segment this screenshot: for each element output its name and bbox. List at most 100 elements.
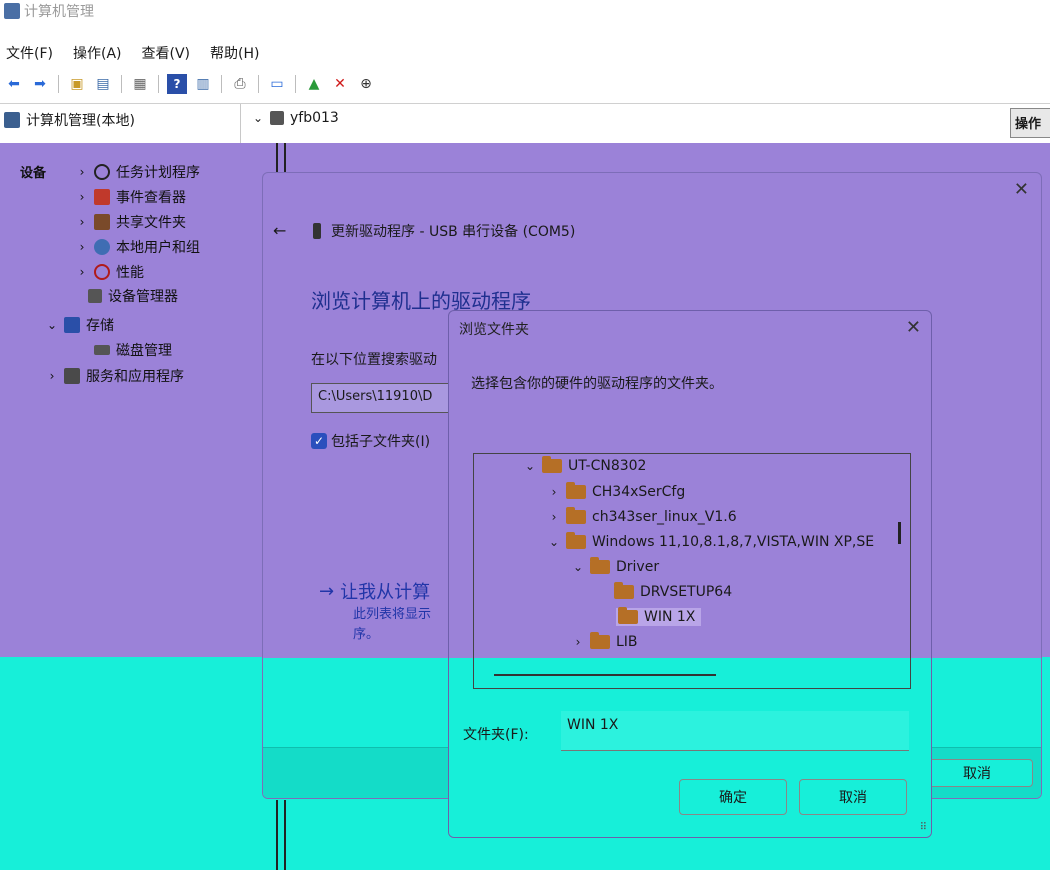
tree-item-label: 性能 [116,265,144,281]
chevron-down-icon[interactable]: ⌄ [524,459,536,473]
horizontal-scrollbar[interactable] [494,674,716,676]
close-icon[interactable]: ✕ [906,317,921,338]
include-subfolders-label: 包括子文件夹(I) [331,434,431,450]
dialog-description: 选择包含你的硬件的驱动程序的文件夹。 [471,376,723,392]
folder-icon [614,582,634,599]
menu-file[interactable]: 文件(F) [6,43,53,63]
pane-border-line [276,800,278,870]
back-arrow-icon[interactable]: ⬅ [4,74,24,94]
folder-item[interactable]: › CH34xSerCfg [548,482,686,500]
chevron-down-icon[interactable]: ⌄ [572,560,584,574]
computer-management-icon [4,3,20,19]
pane-border-line [276,143,278,173]
up-folder-icon[interactable]: ▣ [67,74,87,94]
folder-label: ch343ser_linux_V1.6 [592,509,737,525]
folder-item[interactable]: DRVSETUP64 [614,582,733,600]
back-arrow-icon[interactable]: ← [273,221,286,240]
menu-action[interactable]: 操作(A) [73,43,122,63]
folder-label: Windows 11,10,8.1,8,7,VISTA,WIN XP,SE [592,534,875,550]
close-icon[interactable]: ✕ [1014,179,1029,200]
delete-icon[interactable]: ✕ [330,74,350,94]
toolbar-separator [121,75,122,93]
tree-item-storage[interactable]: ⌄ 存储 [46,315,114,335]
folder-item[interactable]: ⌄ UT-CN8302 [524,456,647,474]
menu-help[interactable]: 帮助(H) [210,43,259,63]
tree-item-shared-folders[interactable]: › 共享文件夹 [76,212,186,232]
folder-input[interactable]: WIN 1X [561,711,909,751]
performance-icon [94,264,110,280]
toolbar: ⬅ ➡ ▣ ▤ ▦ ? ▥ ⎙ ▭ ▲ ✕ ⊕ [0,70,1050,98]
vertical-scrollbar[interactable] [898,522,901,544]
let-me-pick-link[interactable]: → 让我从计算 [319,578,430,604]
folder-item[interactable]: ⌄ Driver [572,557,660,575]
folder-label: CH34xSerCfg [592,484,686,500]
chevron-right-icon[interactable]: › [76,215,88,229]
enable-icon[interactable]: ▲ [304,74,324,94]
resize-grip-icon[interactable]: ⠿ [920,822,927,833]
tree-item-services-apps[interactable]: › 服务和应用程序 [46,366,184,386]
folder-field-label: 文件夹(F): [463,727,529,743]
download-icon[interactable]: ⊕ [356,74,376,94]
cancel-button[interactable]: 取消 [921,759,1033,787]
computer-node[interactable]: ⌄ yfb013 [252,110,339,126]
chevron-right-icon[interactable]: › [76,240,88,254]
users-icon [94,239,110,255]
arrow-right-icon: → [319,580,335,602]
chevron-down-icon[interactable]: ⌄ [46,318,58,332]
chevron-down-icon[interactable]: ⌄ [548,535,560,549]
folder-label: DRVSETUP64 [640,584,733,600]
menu-bar: 文件(F) 操作(A) 查看(V) 帮助(H) [0,40,1050,66]
monitor-icon[interactable]: ▭ [267,74,287,94]
chevron-down-icon[interactable]: ⌄ [252,111,264,125]
computer-node-label: yfb013 [290,110,339,126]
tree-item-label: 本地用户和组 [116,240,200,256]
folder-label: UT-CN8302 [568,458,647,474]
description-line: 序。 [353,627,380,642]
pane-divider[interactable] [240,104,241,144]
chevron-right-icon[interactable]: › [46,369,58,383]
chevron-right-icon[interactable]: › [572,635,584,649]
let-me-pick-label: 让我从计算 [340,582,431,603]
forward-arrow-icon[interactable]: ➡ [30,74,50,94]
folder-icon [566,482,586,499]
chevron-right-icon[interactable]: › [548,485,560,499]
tree-item-disk-management[interactable]: 磁盘管理 [94,340,172,360]
folder-item[interactable]: › ch343ser_linux_V1.6 [548,507,737,525]
dialog-header: 更新驱动程序 - USB 串行设备 (COM5) [313,221,575,241]
browse-folder-dialog: 浏览文件夹 ✕ 选择包含你的硬件的驱动程序的文件夹。 ⌄ UT-CN8302 ›… [448,310,932,838]
description-line: 此列表将显示 [353,607,432,622]
tree-item-device-manager[interactable]: 设备管理器 [88,286,178,306]
chevron-right-icon[interactable]: › [548,510,560,524]
menu-view[interactable]: 查看(V) [142,43,191,63]
chevron-right-icon[interactable]: › [76,165,88,179]
tree-item-device-partial[interactable]: 设备 [20,162,46,181]
shared-folder-icon [94,214,110,230]
storage-icon [64,317,80,333]
ok-button[interactable]: 确定 [679,779,787,815]
tree-root[interactable]: 计算机管理(本地) [4,110,135,130]
tree-item-event-viewer[interactable]: › 事件查看器 [76,187,186,207]
cancel-button[interactable]: 取消 [799,779,907,815]
include-subfolders-checkbox[interactable]: ✓ 包括子文件夹(I) [311,431,430,451]
properties-icon[interactable]: ▦ [130,74,150,94]
folder-label: Driver [616,559,660,575]
show-tree-icon[interactable]: ▤ [93,74,113,94]
dialog-title: 浏览文件夹 [459,322,529,338]
tree-item-local-users[interactable]: › 本地用户和组 [76,237,200,257]
window-title: 计算机管理 [24,4,94,20]
pane-border-line [284,800,286,870]
chevron-right-icon[interactable]: › [76,265,88,279]
path-input[interactable]: C:\Users\11910\D [311,383,471,413]
folder-item-selected[interactable]: WIN 1X [616,607,702,626]
tree-item-performance[interactable]: › 性能 [76,262,144,282]
tree-item-label: 服务和应用程序 [86,369,184,385]
print-icon[interactable]: ⎙ [230,74,250,94]
folder-item[interactable]: › LIB [572,632,638,650]
chevron-right-icon[interactable]: › [76,190,88,204]
folder-tree[interactable]: ⌄ UT-CN8302 › CH34xSerCfg › ch343ser_lin… [473,453,911,689]
search-location-label: 在以下位置搜索驱动 [311,352,437,368]
help-icon[interactable]: ? [167,74,187,94]
view-icon[interactable]: ▥ [193,74,213,94]
folder-item[interactable]: ⌄ Windows 11,10,8.1,8,7,VISTA,WIN XP,SE [548,532,875,550]
tree-item-task-scheduler[interactable]: › 任务计划程序 [76,162,200,182]
